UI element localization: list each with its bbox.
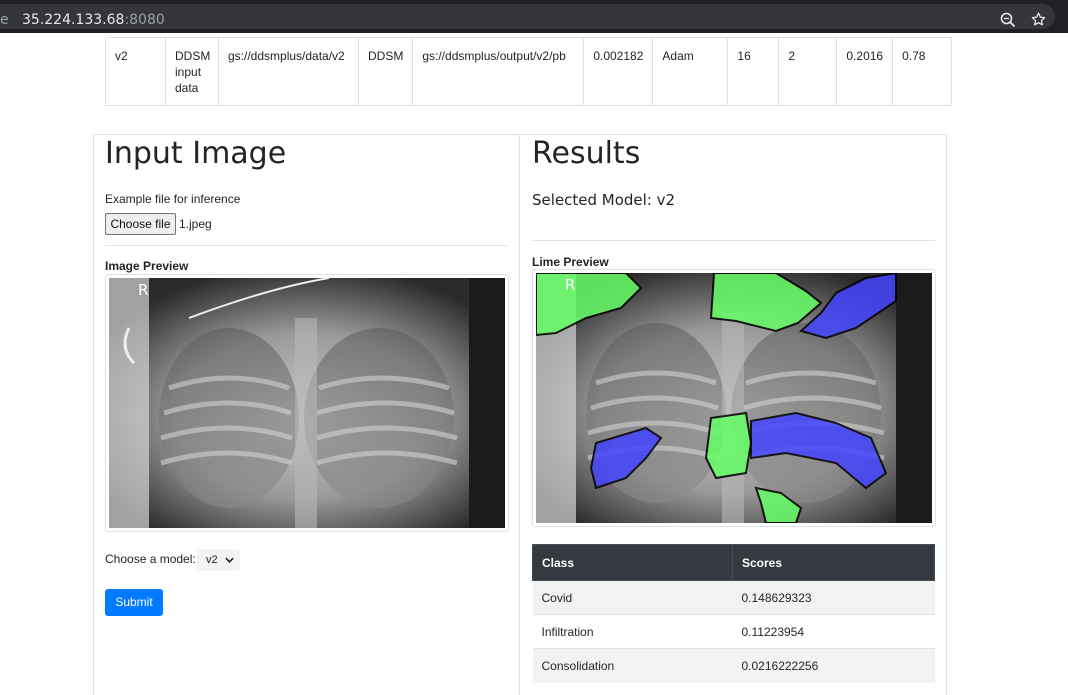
browser-toolbar: e 35.224.133.68:8080: [0, 0, 1068, 33]
input-title: Input Image: [105, 136, 287, 171]
column-header-scores: Scores: [732, 544, 935, 581]
table-cell: gs://ddsmplus/output/v2/pb: [412, 37, 585, 106]
xray-marker: R: [138, 281, 148, 299]
table-row: Infiltration 0.11223954: [532, 614, 935, 649]
lime-preview-frame: R: [532, 269, 936, 527]
table-cell: 0.002182: [583, 37, 654, 106]
table-cell: DDSM input data: [165, 37, 219, 106]
example-file-label: Example file for inference: [105, 192, 241, 206]
address-url[interactable]: 35.224.133.68:8080: [22, 12, 165, 28]
lime-marker: R: [565, 276, 575, 294]
column-header-class: Class: [532, 544, 733, 581]
image-preview-frame: R: [105, 274, 509, 532]
address-bar[interactable]: e 35.224.133.68:8080: [0, 4, 1055, 29]
score-cell: 0.148629323: [732, 580, 935, 615]
class-cell: Covid: [532, 580, 733, 615]
chevron-down-icon: [225, 557, 234, 563]
class-cell: Infiltration: [532, 614, 733, 649]
file-name: 1.jpeg: [179, 217, 212, 231]
table-row: v2 DDSM input data gs://ddsmplus/data/v2…: [105, 37, 953, 106]
url-port: :8080: [124, 12, 165, 28]
xray-image: R: [109, 278, 505, 528]
submit-button[interactable]: Submit: [105, 589, 163, 616]
cell-text: DDSM input data: [175, 49, 211, 95]
table-cell: 2: [778, 37, 838, 106]
table-cell: v2: [105, 37, 166, 106]
image-preview-label: Image Preview: [105, 259, 189, 273]
table-cell: gs://ddsmplus/data/v2: [218, 37, 359, 106]
zoom-icon[interactable]: [1000, 12, 1016, 28]
table-row: Consolidation 0.0216222256: [532, 648, 935, 683]
model-select-value: v2: [206, 554, 218, 566]
scores-table: Class Scores Covid 0.148629323 Infiltrat…: [532, 544, 935, 683]
lime-preview-label: Lime Preview: [532, 255, 609, 269]
url-host: 35.224.133.68: [22, 12, 125, 28]
address-prefix: e: [0, 12, 9, 28]
results-title: Results: [532, 136, 641, 171]
table-row: Covid 0.148629323: [532, 580, 935, 615]
class-cell: Consolidation: [532, 648, 733, 683]
table-header-row: Class Scores: [532, 544, 935, 581]
score-cell: 0.11223954: [732, 614, 935, 649]
star-icon[interactable]: [1030, 11, 1047, 28]
table-cell: 0.78: [892, 37, 953, 106]
table-cell: 16: [727, 37, 780, 106]
score-cell: 0.0216222256: [732, 648, 935, 683]
table-cell: 0.2016: [836, 37, 894, 106]
choose-model-label: Choose a model:: [105, 552, 196, 566]
selected-model: Selected Model: v2: [532, 191, 676, 209]
divider: [105, 245, 508, 246]
lime-positive-region: [704, 411, 753, 480]
model-select[interactable]: v2: [197, 549, 240, 571]
table-cell: DDSM: [357, 37, 414, 106]
models-table: v2 DDSM input data gs://ddsmplus/data/v2…: [105, 37, 953, 106]
choose-file-button[interactable]: Choose file: [105, 213, 176, 235]
lime-image: R: [536, 273, 932, 523]
divider: [532, 240, 935, 241]
table-cell: Adam: [652, 37, 729, 106]
